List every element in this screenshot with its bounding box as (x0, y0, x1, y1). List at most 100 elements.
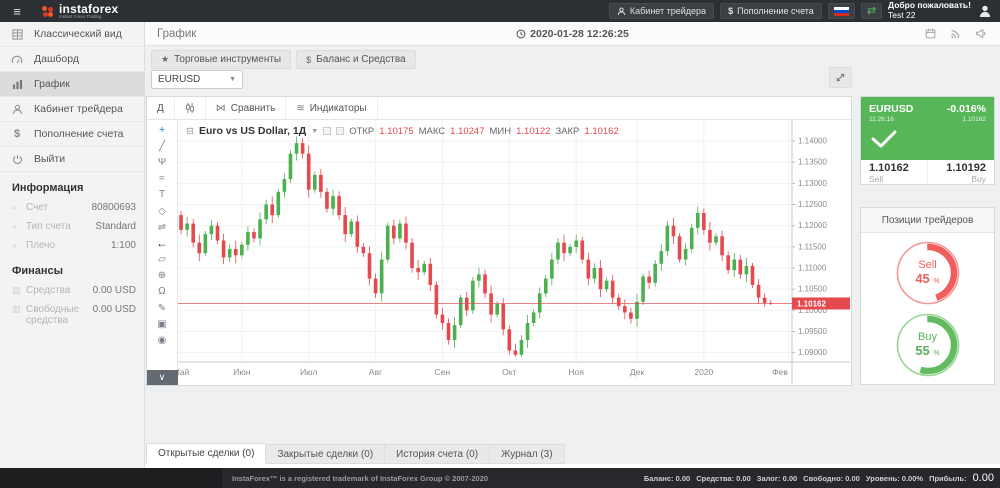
sidebar-item-trader-cabinet[interactable]: Кабинет трейдера (0, 97, 144, 122)
indicators-button[interactable]: ≋ Индикаторы (286, 97, 377, 119)
sidebar-item-classic-view[interactable]: Классический вид (0, 22, 144, 47)
footer-profit-label: Прибыль: (929, 474, 967, 483)
svg-text:2020: 2020 (694, 367, 713, 377)
svg-text:Сен: Сен (435, 367, 451, 377)
pitchfork-tool-icon[interactable]: Ψ (151, 154, 173, 170)
sidebar-item-label: Дашборд (34, 53, 79, 65)
close-label: ЗАКР (555, 126, 579, 137)
info-label: Плечо (26, 240, 88, 251)
low-value: 1.10122 (516, 126, 550, 137)
svg-text:Окт: Окт (502, 367, 516, 377)
legend-settings-icon[interactable] (323, 127, 331, 135)
chart-toolbar: Д ⋈ Сравнить ≋ Индикаторы (147, 97, 851, 120)
main-toolbar: ★ Торговые инструменты $ Баланс и Средст… (151, 50, 416, 69)
low-label: МИН (490, 126, 512, 137)
sidebar-item-deposit[interactable]: $ Пополнение счета (0, 122, 144, 147)
trader-cabinet-button[interactable]: Кабинет трейдера (609, 3, 714, 19)
zoom-in-tool-icon[interactable]: ⊕ (151, 268, 173, 284)
compare-icon: ⋈ (216, 103, 226, 114)
candlestick-icon (185, 102, 195, 114)
open-value: 1.10175 (379, 126, 413, 137)
welcome-block: Добро пожаловать! Test 22 (888, 1, 971, 21)
announcement-icon[interactable] (975, 28, 986, 39)
chevrons-icon: » (12, 240, 26, 250)
quote-change: -0.016% (947, 103, 986, 115)
bar-chart-icon (0, 79, 34, 90)
info-value: 80800693 (92, 202, 137, 213)
trader-positions-panel: Позиции трейдеров Sell 45 % Buy 55 % (860, 207, 995, 385)
chevron-down-icon[interactable]: ▼ (311, 128, 318, 135)
tab-journal[interactable]: Журнал (3) (490, 444, 565, 464)
symbol-select[interactable]: EURUSD ▼ (151, 70, 243, 89)
footer-profit-value: 0.00 (973, 472, 994, 484)
checkmark-icon (869, 129, 899, 149)
drawing-mode-tool-icon[interactable]: ✎ (151, 300, 173, 316)
chart-plot-area[interactable]: ⊟ Euro vs US Dollar, 1Д ▼ ОТКР 1.10175 М… (178, 120, 851, 385)
xabcd-pattern-tool-icon[interactable]: ◇ (151, 203, 173, 219)
language-flag-button[interactable] (828, 3, 855, 19)
chart-style-button[interactable] (175, 97, 206, 119)
svg-text:1.10500: 1.10500 (798, 285, 827, 294)
sidebar-item-chart[interactable]: График (0, 72, 144, 97)
tab-closed-trades[interactable]: Закрытые сделки (0) (266, 444, 385, 464)
long-short-position-tool-icon[interactable]: ⇌ (151, 219, 173, 235)
svg-text:1.10162: 1.10162 (797, 299, 826, 308)
svg-text:Дек: Дек (630, 367, 644, 377)
svg-text:Авг: Авг (369, 367, 382, 377)
hide-drawings-tool-icon[interactable]: ◉ (151, 332, 173, 348)
tab-account-history[interactable]: История счета (0) (385, 444, 490, 464)
avatar[interactable] (977, 4, 992, 19)
svg-text:1.11000: 1.11000 (798, 264, 827, 273)
brush-tool-icon[interactable]: ≈ (151, 171, 173, 187)
collapse-toolbar-icon[interactable]: ∨ (147, 370, 178, 385)
finance-value: 0.00 USD (93, 285, 136, 296)
bottom-tabs: Открытые сделки (0) Закрытые сделки (0) … (146, 443, 565, 464)
buy-price: 1.10192 (936, 162, 986, 174)
rss-icon[interactable] (950, 28, 961, 39)
trading-instruments-button[interactable]: ★ Торговые инструменты (151, 50, 291, 69)
sidebar-item-logout[interactable]: Выйти (0, 147, 144, 172)
finance-row-equity: ▤ Средства 0.00 USD (0, 281, 144, 300)
measure-tool-icon[interactable]: ▱ (151, 252, 173, 268)
legend-close-icon[interactable] (336, 127, 344, 135)
svg-text:1.11500: 1.11500 (798, 242, 827, 251)
footer-stat: Уровень: 0.00% (866, 474, 923, 483)
info-label: Счет (26, 202, 88, 213)
user-avatar-icon (978, 4, 992, 18)
crosshair-tool-icon[interactable]: + (151, 122, 173, 138)
lock-drawings-tool-icon[interactable]: ▣ (151, 316, 173, 332)
logo-text: instaforex (59, 3, 118, 15)
sell-price-cell[interactable]: 1.10162 Sell (861, 160, 927, 185)
compare-button[interactable]: ⋈ Сравнить (206, 97, 287, 119)
account-switch-button[interactable]: ⇄ (861, 3, 882, 19)
buy-positions-donut: Buy 55 % (895, 312, 961, 378)
svg-text:Июл: Июл (300, 367, 317, 377)
sell-price: 1.10162 (869, 162, 919, 174)
collapse-icon[interactable]: ⊟ (186, 126, 194, 137)
deposit-button[interactable]: $ Пополнение счета (720, 3, 822, 19)
finance-label: Свободные средства (26, 304, 88, 326)
sidebar-item-dashboard[interactable]: Дашборд (0, 47, 144, 72)
buy-label: Buy (936, 174, 986, 184)
text-tool-icon[interactable]: T (151, 187, 173, 203)
svg-text:Май: Май (178, 367, 190, 377)
footer-left-block (0, 468, 222, 488)
quote-summary[interactable]: EURUSD -0.016% 11:26:16 1.10162 (861, 97, 994, 160)
magnet-tool-icon[interactable]: Ω (151, 284, 173, 300)
compare-label: Сравнить (231, 103, 276, 114)
top-bar: ≡ instaforex Instant Forex Trading Кабин… (0, 0, 1000, 22)
timeframe-button[interactable]: Д (147, 97, 175, 119)
drawing-tools-sidebar: +╱Ψ≈T◇⇌←▱⊕Ω✎▣◉ ∨ (147, 120, 178, 385)
candlestick-chart[interactable]: 1.140001.135001.130001.125001.120001.115… (178, 120, 850, 384)
arrow-tool-icon[interactable]: ← (151, 235, 173, 251)
trend-line-tool-icon[interactable]: ╱ (151, 138, 173, 154)
fullscreen-button[interactable] (829, 67, 852, 88)
balance-funds-button[interactable]: $ Баланс и Средства (296, 50, 416, 69)
sidebar: Классический вид Дашборд График Кабинет … (0, 22, 145, 468)
buy-price-cell[interactable]: 1.10192 Buy (927, 160, 994, 185)
hamburger-menu-icon[interactable]: ≡ (0, 4, 34, 19)
chevron-down-icon: ▼ (229, 76, 236, 83)
trader-cabinet-label: Кабинет трейдера (630, 6, 706, 16)
calendar-icon[interactable] (925, 28, 936, 39)
tab-open-trades[interactable]: Открытые сделки (0) (146, 443, 266, 464)
